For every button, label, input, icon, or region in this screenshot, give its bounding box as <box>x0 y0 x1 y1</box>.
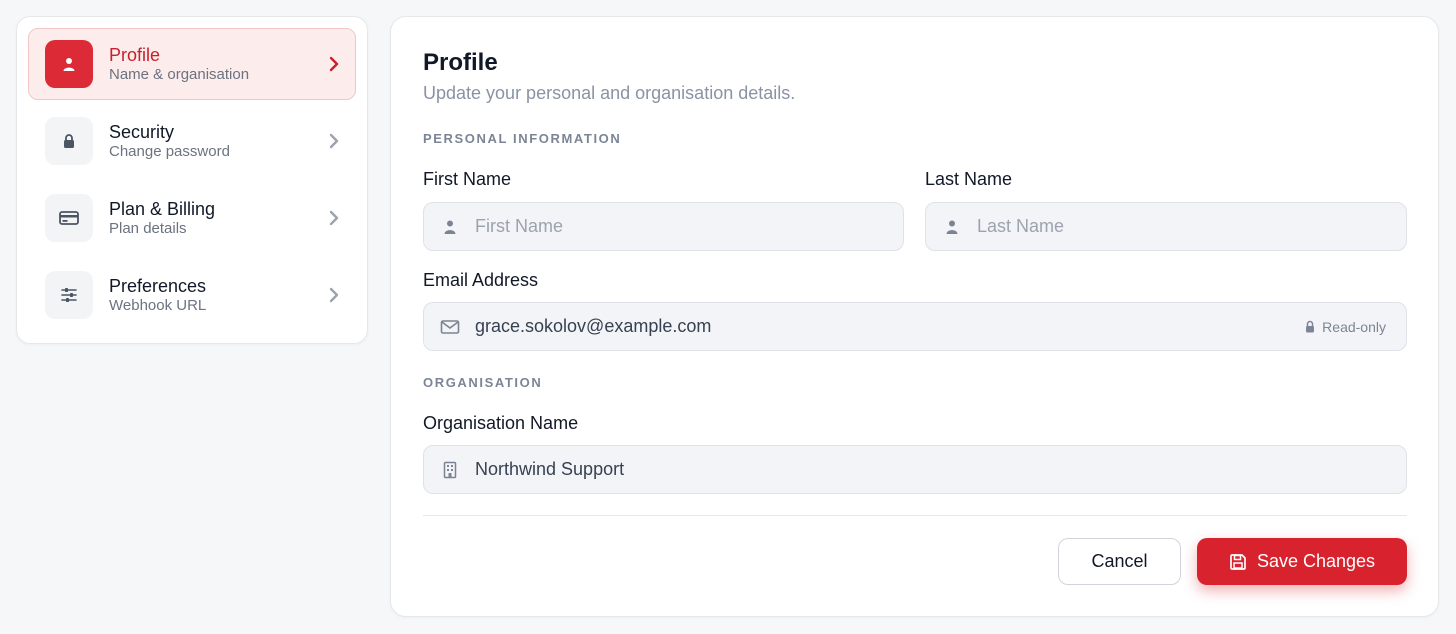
cancel-button[interactable]: Cancel <box>1058 538 1181 585</box>
organisation-name-label: Organisation Name <box>423 413 579 433</box>
footer-divider <box>423 515 1407 516</box>
sidebar-item-label: Preferences <box>109 276 207 296</box>
section-heading-organisation: ORGANISATION <box>423 375 543 390</box>
building-icon <box>440 460 460 480</box>
organisation-name-field[interactable]: Northwind Support <box>423 445 1407 494</box>
sliders-icon <box>45 271 93 319</box>
sidebar-item-description: Change password <box>109 143 230 160</box>
user-icon <box>440 217 460 237</box>
last-name-placeholder: Last Name <box>977 216 1065 236</box>
user-icon <box>942 217 962 237</box>
settings-sidebar: Profile Name & organisation Security Cha… <box>16 16 368 344</box>
first-name-field[interactable]: First Name <box>423 202 904 251</box>
email-field: grace.sokolov@example.com Read-only <box>423 302 1407 351</box>
sidebar-item-label: Plan & Billing <box>109 199 216 219</box>
sidebar-item-label: Profile <box>109 45 161 65</box>
sidebar-item-preferences[interactable]: Preferences Webhook URL <box>28 259 356 331</box>
last-name-label: Last Name <box>925 169 1013 189</box>
sidebar-item-description: Name & organisation <box>109 66 250 83</box>
chevron-right-icon <box>327 133 341 149</box>
credit-card-icon <box>45 194 93 242</box>
email-label: Email Address <box>423 270 539 290</box>
sidebar-item-label: Security <box>109 122 175 142</box>
section-heading-personal: PERSONAL INFORMATION <box>423 131 622 146</box>
read-only-badge: Read-only <box>1304 319 1386 335</box>
profile-panel: Profile Update your personal and organis… <box>390 16 1439 617</box>
sidebar-item-profile[interactable]: Profile Name & organisation <box>28 28 356 100</box>
save-changes-button[interactable]: Save Changes <box>1197 538 1407 585</box>
chevron-right-icon <box>327 287 341 303</box>
sidebar-item-security[interactable]: Security Change password <box>28 105 356 177</box>
chevron-right-icon <box>327 56 341 72</box>
last-name-field[interactable]: Last Name <box>925 202 1407 251</box>
page-title: Profile <box>423 49 498 76</box>
mail-icon <box>440 317 460 337</box>
save-icon <box>1230 553 1246 570</box>
chevron-right-icon <box>327 210 341 226</box>
lock-icon <box>45 117 93 165</box>
first-name-placeholder: First Name <box>475 216 564 236</box>
lock-icon <box>1306 320 1315 333</box>
page-subtitle: Update your personal and organisation de… <box>423 83 796 103</box>
sidebar-item-description: Plan details <box>109 220 187 237</box>
sidebar-item-plan-billing[interactable]: Plan & Billing Plan details <box>28 182 356 254</box>
user-icon <box>45 40 93 88</box>
email-value: grace.sokolov@example.com <box>475 316 712 336</box>
sidebar-item-description: Webhook URL <box>109 297 207 314</box>
organisation-name-value: Northwind Support <box>475 459 625 479</box>
first-name-label: First Name <box>423 169 512 189</box>
save-changes-label: Save Changes <box>1256 551 1376 571</box>
read-only-label: Read-only <box>1322 318 1386 335</box>
